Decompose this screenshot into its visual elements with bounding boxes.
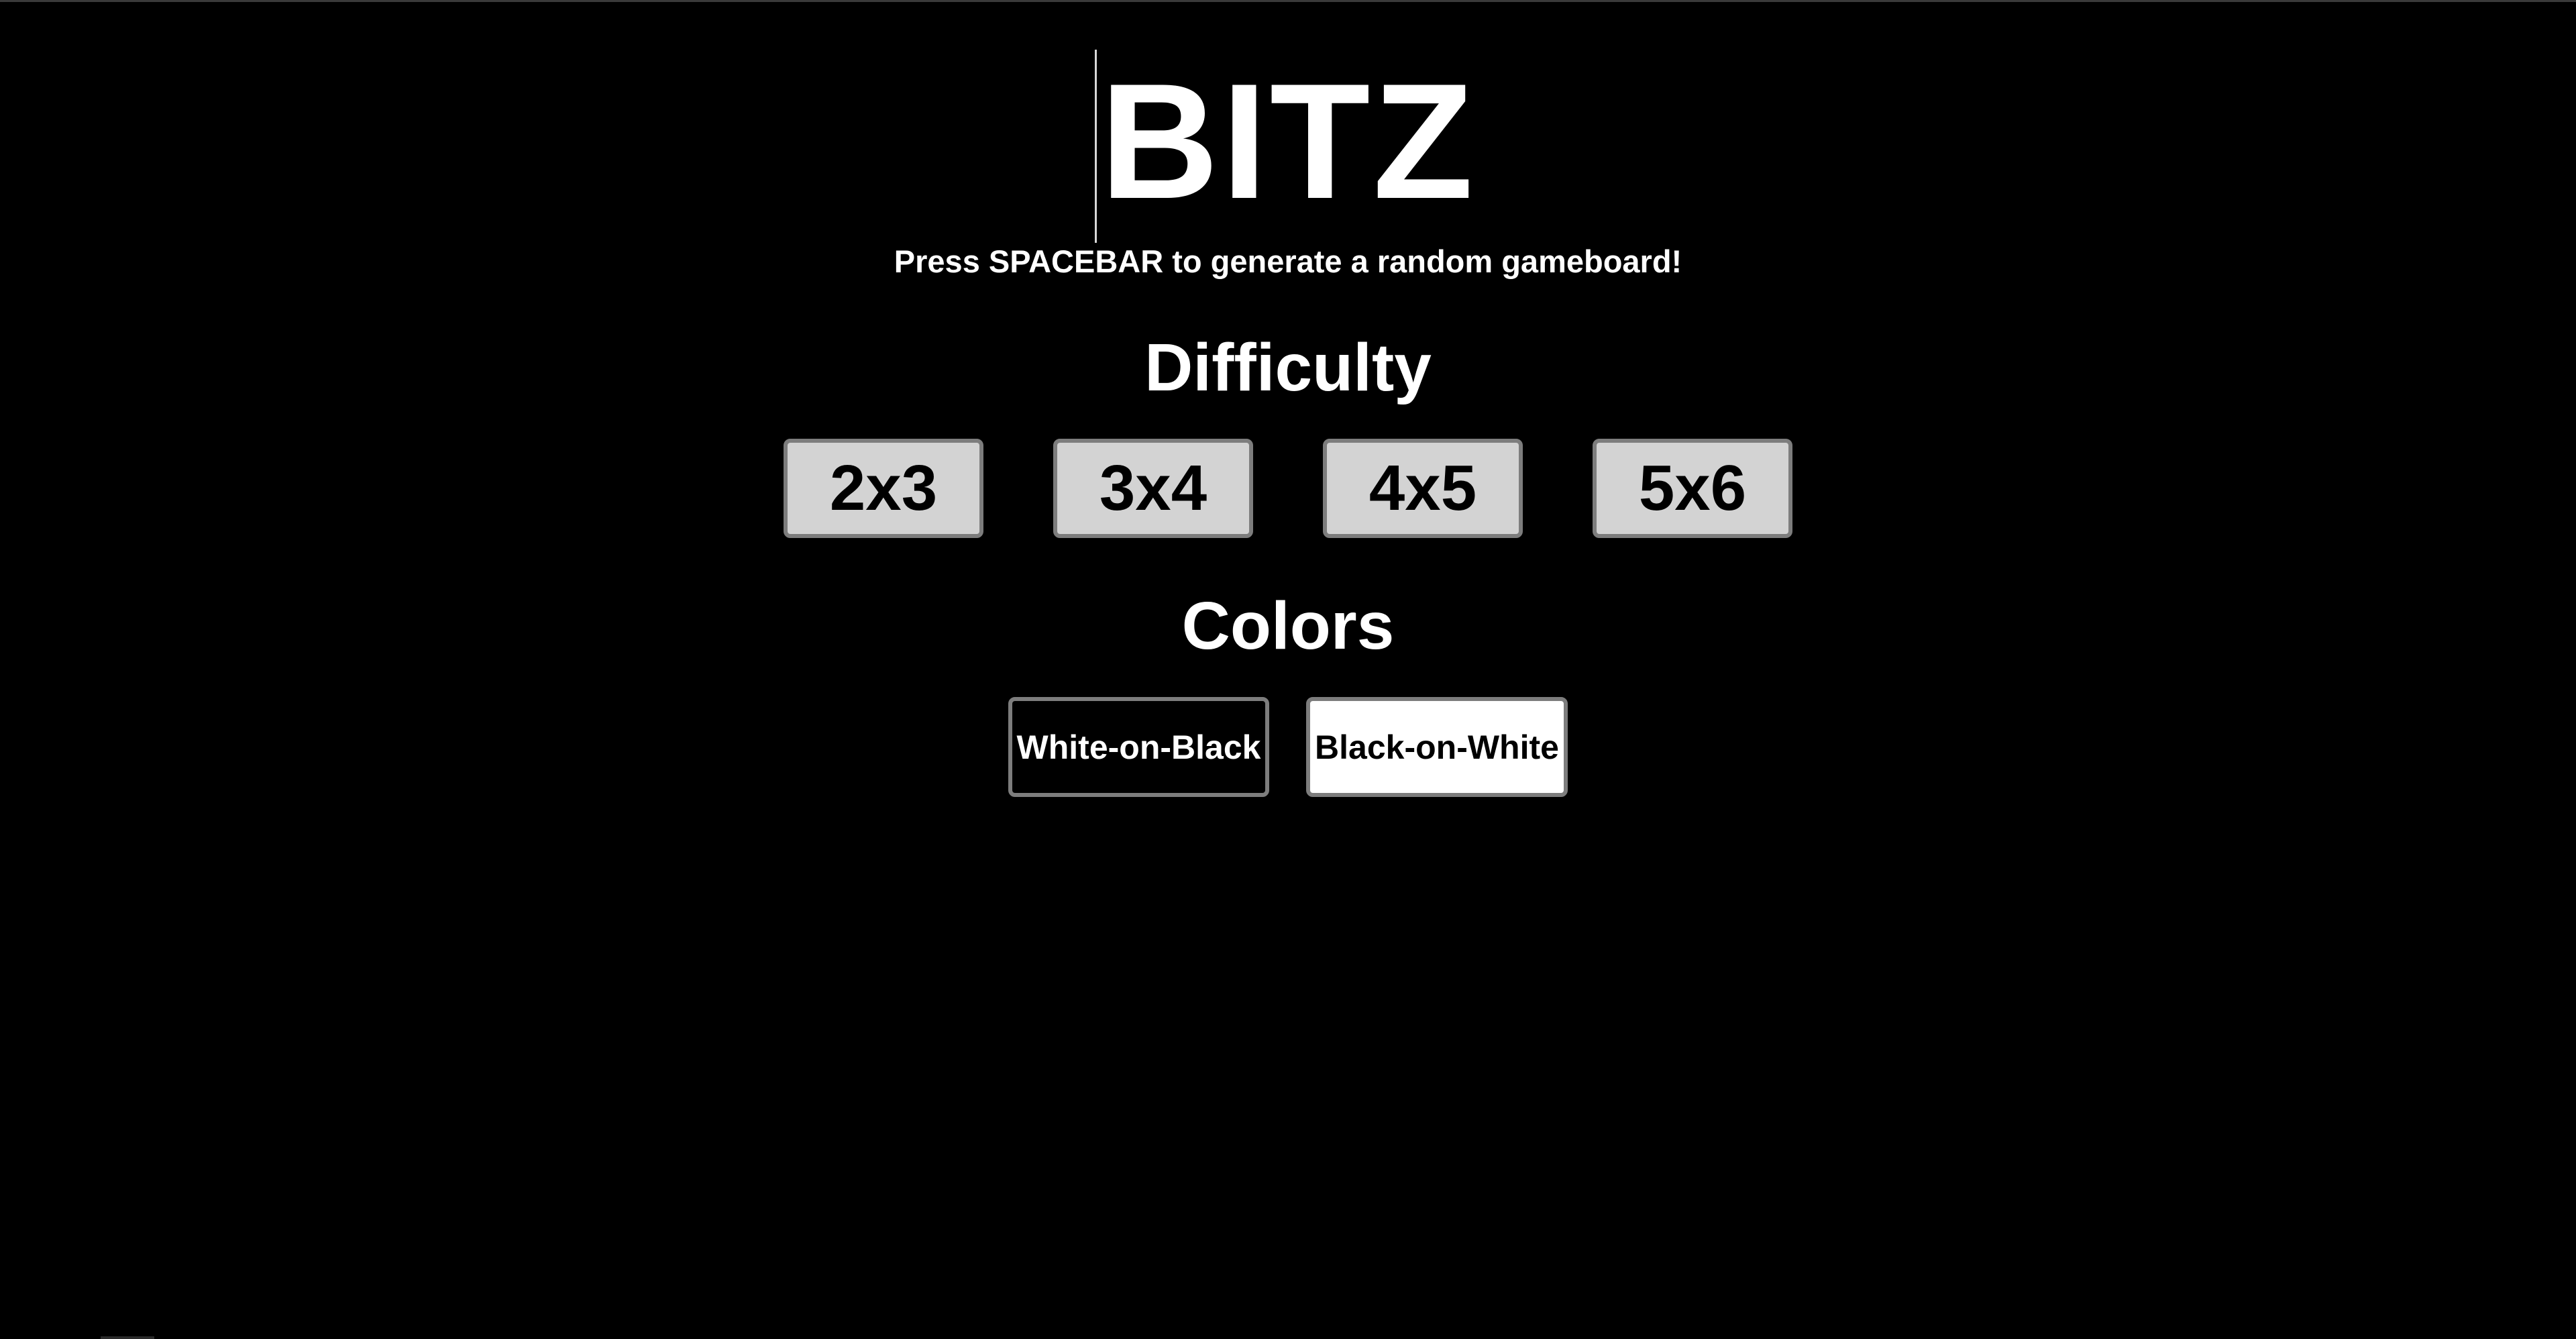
app-title-text: BITZ [1099, 49, 1477, 233]
difficulty-heading: Difficulty [1144, 330, 1432, 405]
text-cursor [1094, 50, 1097, 243]
app-title: BITZ [1094, 40, 1477, 243]
white-on-black-button[interactable]: White-on-Black [1008, 697, 1269, 797]
black-on-white-button[interactable]: Black-on-White [1306, 697, 1568, 797]
title-container: BITZ [0, 40, 2576, 243]
difficulty-button-3x4[interactable]: 3x4 [1053, 439, 1253, 538]
top-border [0, 0, 2576, 2]
instructions-text: Press SPACEBAR to generate a random game… [894, 244, 1682, 279]
difficulty-button-4x5[interactable]: 4x5 [1323, 439, 1523, 538]
difficulty-button-2x3[interactable]: 2x3 [784, 439, 983, 538]
colors-heading: Colors [1181, 588, 1395, 663]
bottom-edge-mark [101, 1336, 154, 1339]
difficulty-button-5x6[interactable]: 5x6 [1593, 439, 1792, 538]
